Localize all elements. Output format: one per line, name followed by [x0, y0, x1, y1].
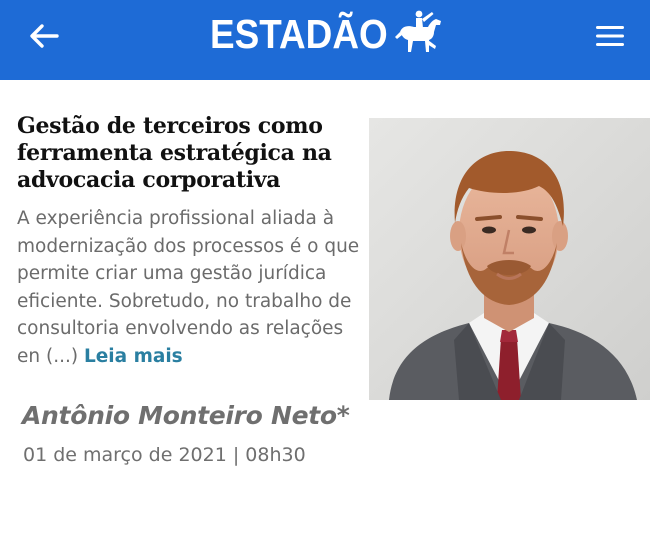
menu-button[interactable] [588, 14, 632, 58]
summary-text: A experiência profissional aliada à mode… [17, 208, 360, 367]
brand-name: ESTADÃO [210, 10, 388, 57]
article-summary: A experiência profissional aliada à mode… [17, 205, 369, 370]
author-photo[interactable] [369, 118, 650, 400]
article-date: 01 de março de 2021 | 08h30 [23, 444, 306, 466]
arrow-left-icon [30, 24, 59, 48]
author-portrait-image [369, 118, 650, 400]
article-title[interactable]: Gestão de terceiros como ferramenta estr… [17, 113, 357, 194]
read-more-link[interactable]: Leia mais [84, 346, 183, 367]
back-button[interactable] [22, 14, 66, 58]
article-author: Antônio Monteiro Neto* [22, 401, 350, 430]
hamburger-menu-icon [596, 26, 624, 46]
horse-rider-icon [395, 10, 441, 52]
brand-logo[interactable]: ESTADÃO [210, 4, 407, 64]
app-header: ESTADÃO [0, 0, 650, 80]
